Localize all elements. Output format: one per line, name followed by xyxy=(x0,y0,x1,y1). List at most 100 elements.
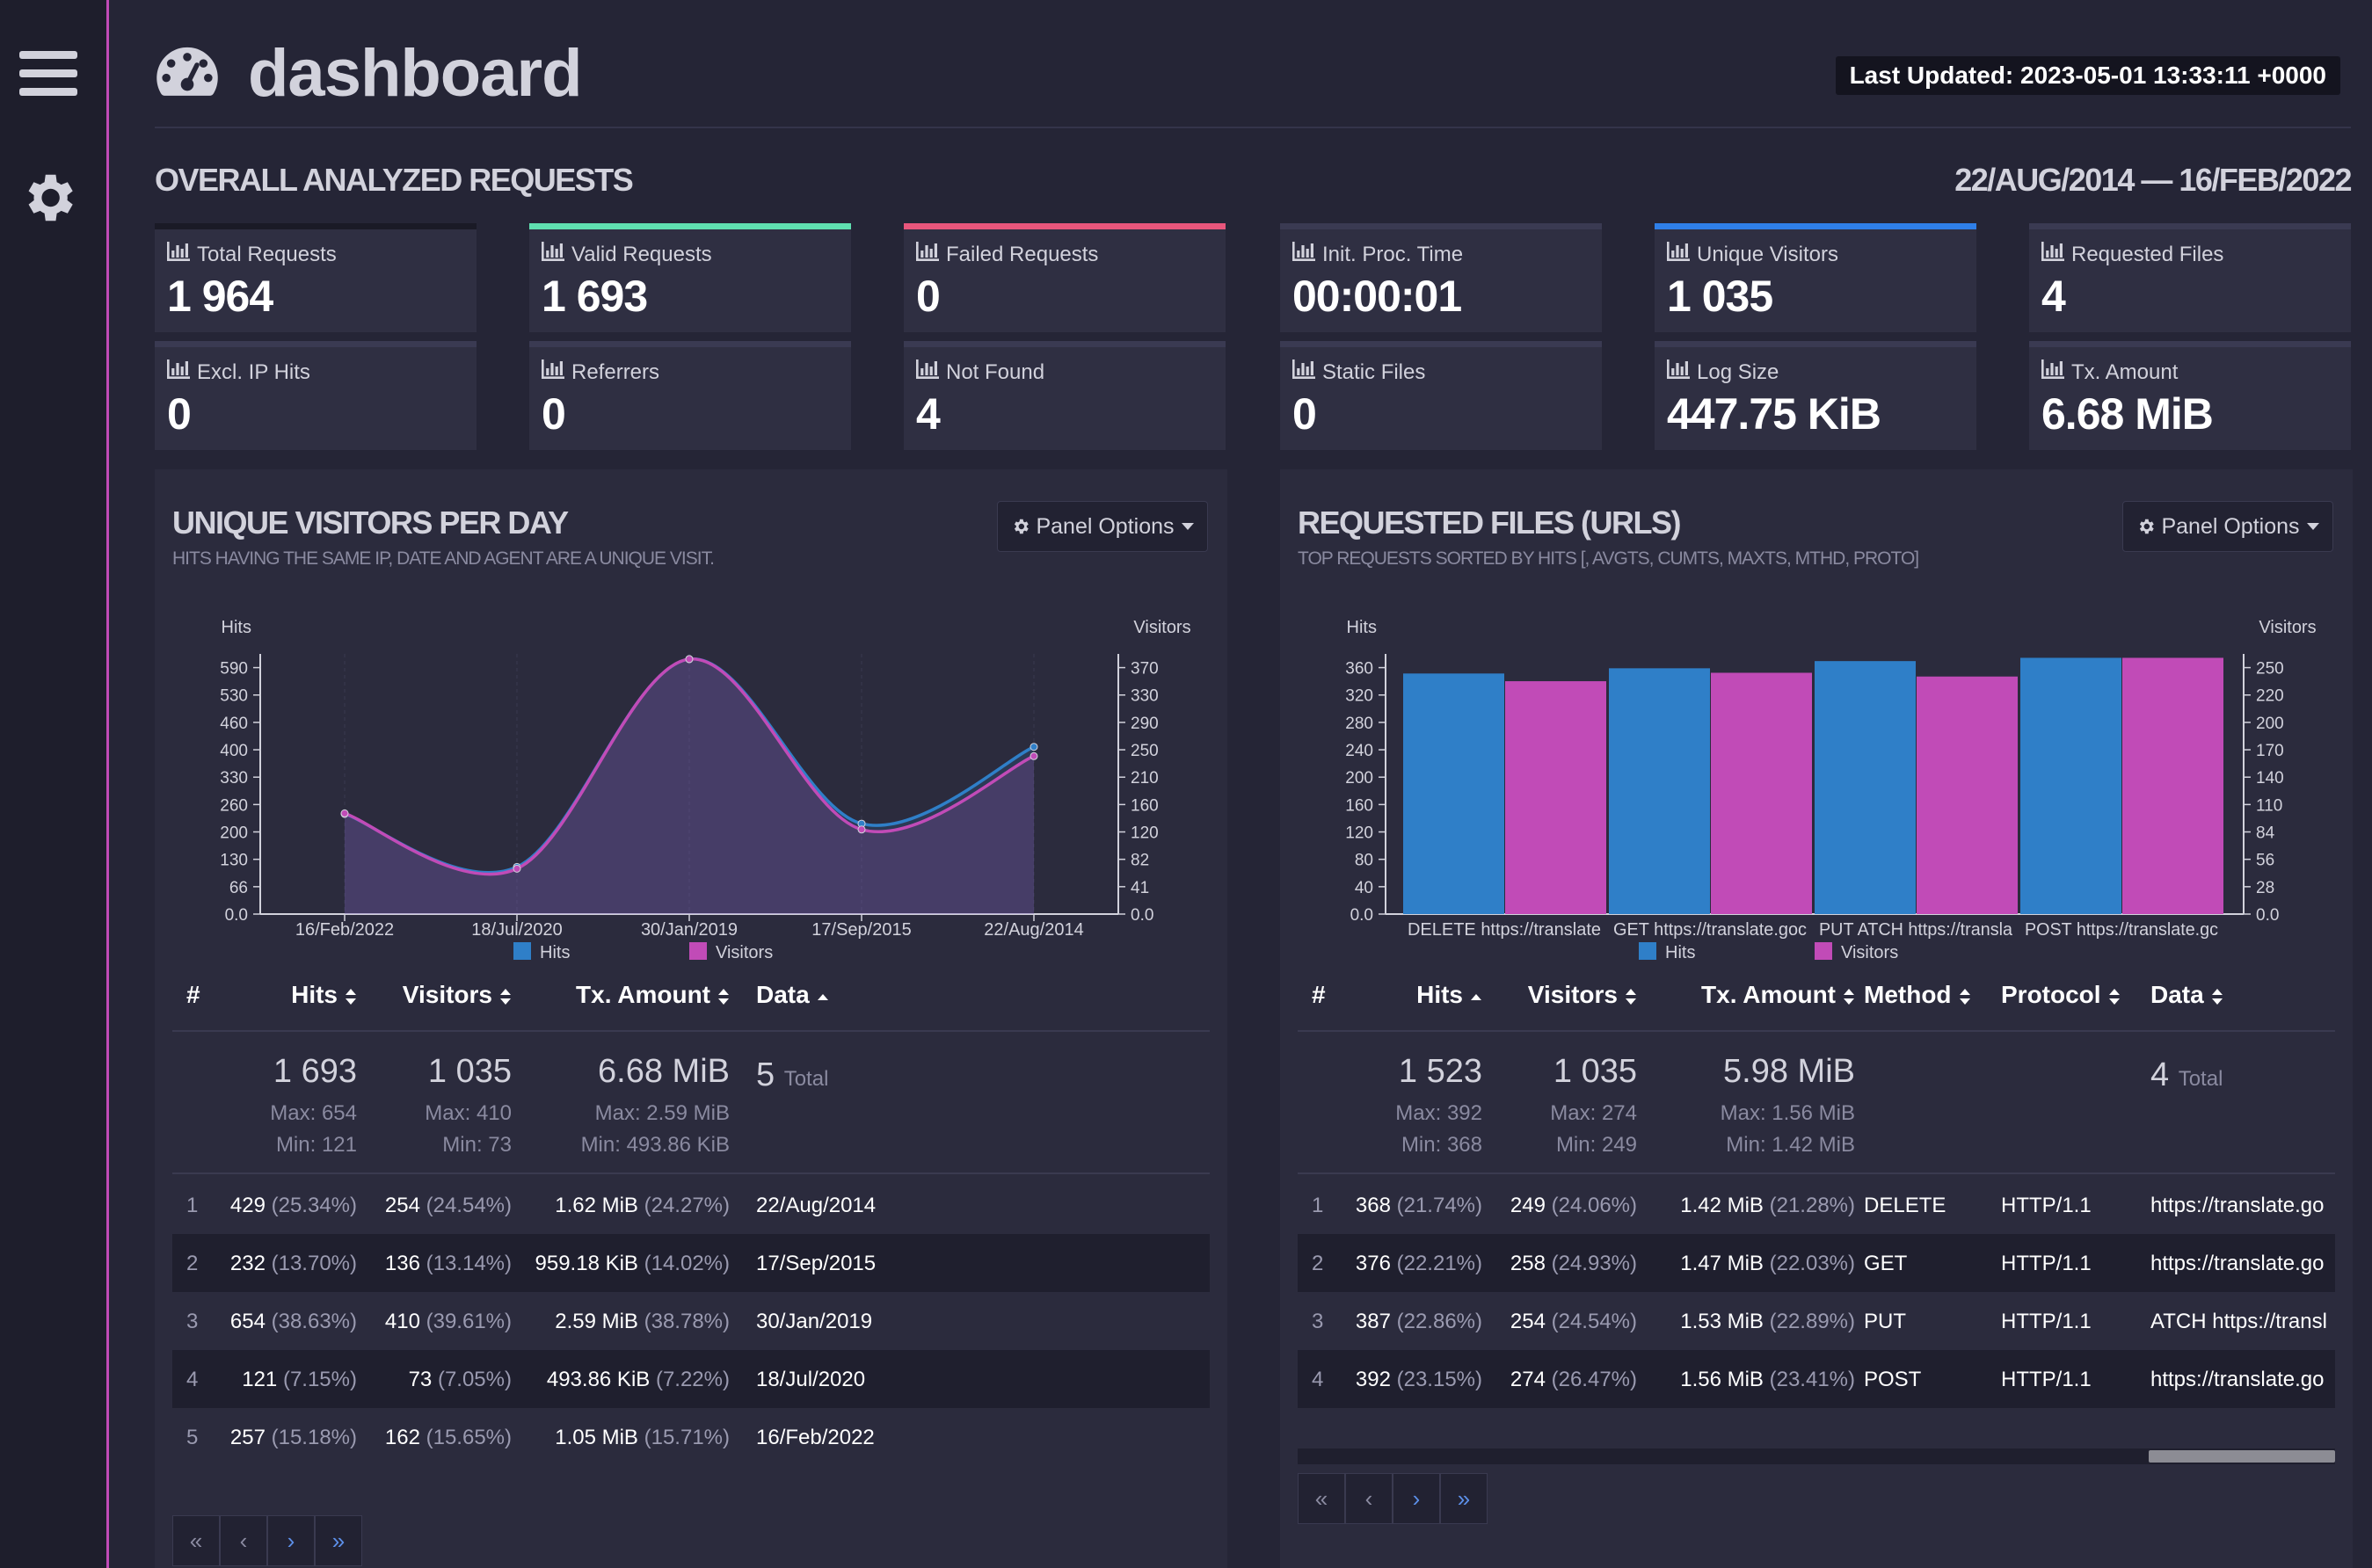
stat-label: Valid Requests xyxy=(542,242,839,267)
bar-hits[interactable] xyxy=(1815,661,1916,914)
y2-tick-label: 0.0 xyxy=(2256,906,2279,925)
horizontal-scrollbar[interactable] xyxy=(1298,1448,2335,1464)
y-tick-label: 400 xyxy=(220,742,248,760)
menu-icon[interactable] xyxy=(19,51,77,100)
bar-visitors[interactable] xyxy=(2122,657,2223,914)
cell-percent: (39.61%) xyxy=(426,1310,512,1333)
stat-value: 0 xyxy=(916,272,941,321)
data-point[interactable] xyxy=(1030,751,1038,760)
sidebar xyxy=(0,0,109,1568)
column-header-protocol[interactable]: Protocol xyxy=(2001,981,2121,1009)
cell-tx: 1.47 MiB (22.03%) xyxy=(1680,1252,1855,1276)
sort-icon xyxy=(718,988,729,1005)
panel-options-button[interactable]: Panel Options xyxy=(2122,501,2333,552)
panel-subtitle: TOP REQUESTS SORTED BY HITS [, AVGTS, CU… xyxy=(1298,548,1919,569)
pager-prev-button[interactable]: ‹ xyxy=(220,1515,267,1566)
y2-tick-label: 170 xyxy=(2256,742,2284,760)
pager-first-button[interactable]: « xyxy=(172,1515,220,1566)
cell-hits: 257 (15.18%) xyxy=(230,1426,357,1450)
summary-max: Max: 2.59 MiB xyxy=(594,1101,730,1125)
stat-label-text: Total Requests xyxy=(197,242,337,266)
table-row[interactable]: 5 257 (15.18%) 162 (15.65%) 1.05 MiB (15.71… xyxy=(172,1408,1210,1466)
pager-prev-button[interactable]: ‹ xyxy=(1345,1473,1393,1524)
gear-icon[interactable] xyxy=(18,167,79,229)
column-header-tx-amount[interactable]: Tx. Amount xyxy=(576,981,730,1009)
bar-chart-icon xyxy=(1667,242,1697,267)
stat-label: Not Found xyxy=(916,359,1213,385)
bar-visitors[interactable] xyxy=(1711,672,1812,914)
data-point[interactable] xyxy=(857,825,866,834)
column-header-data[interactable]: Data xyxy=(756,981,829,1009)
cell-tx: 1.42 MiB (21.28%) xyxy=(1680,1194,1855,1218)
cell-protocol: HTTP/1.1 xyxy=(2001,1194,2092,1217)
panel-options-button[interactable]: Panel Options xyxy=(997,501,1208,552)
column-header-data[interactable]: Data xyxy=(2150,981,2223,1009)
column-header-hits[interactable]: Hits xyxy=(291,981,357,1009)
column-header-tx-amount[interactable]: Tx. Amount xyxy=(1701,981,1855,1009)
data-point[interactable] xyxy=(685,655,694,664)
column-header-method[interactable]: Method xyxy=(1864,981,1971,1009)
y-tick-label: 66 xyxy=(229,879,248,897)
table-row[interactable]: 3 387 (22.86%) 254 (24.54%) 1.53 MiB (22.89… xyxy=(1298,1292,2335,1350)
page-title: dashboard xyxy=(248,36,582,111)
bar-visitors[interactable] xyxy=(1505,681,1606,914)
files-pagination: «‹ ›» xyxy=(1298,1473,1488,1524)
legend-label: Visitors xyxy=(716,943,773,962)
row-index: 3 xyxy=(1312,1310,1324,1333)
column-header-hits[interactable]: Hits xyxy=(1416,981,1482,1009)
cell-tx: 2.59 MiB (38.78%) xyxy=(555,1310,730,1334)
sort-icon xyxy=(2211,988,2223,1005)
cell-visitors: 258 (24.93%) xyxy=(1510,1252,1637,1276)
cell-visitors: 73 (7.05%) xyxy=(409,1368,512,1392)
data-point[interactable] xyxy=(340,809,349,817)
y2-tick-label: 56 xyxy=(2256,852,2274,870)
bar-visitors[interactable] xyxy=(1917,676,2018,914)
table-row[interactable]: 2 232 (13.70%) 136 (13.14%) 959.18 KiB (14.… xyxy=(172,1234,1210,1292)
scrollbar-thumb[interactable] xyxy=(2149,1450,2335,1463)
y-axis-label: Hits xyxy=(222,618,251,637)
summary-value: 1 035 xyxy=(427,1053,512,1090)
cell-value: 368 xyxy=(1355,1194,1391,1217)
pager-last-button[interactable]: » xyxy=(1440,1473,1488,1524)
column-header-visitors[interactable]: Visitors xyxy=(403,981,512,1009)
column-header-#[interactable]: # xyxy=(186,981,200,1009)
bar-hits[interactable] xyxy=(1609,668,1710,914)
cell-visitors: 254 (24.54%) xyxy=(1510,1310,1637,1334)
summary-range: Max: 274 Min: 249 xyxy=(1550,1098,1637,1161)
column-header-label: # xyxy=(1312,981,1326,1008)
table-row[interactable]: 4 392 (23.15%) 274 (26.47%) 1.56 MiB (23.41… xyxy=(1298,1350,2335,1408)
cell-value: 392 xyxy=(1355,1368,1391,1391)
table-row[interactable]: 2 376 (22.21%) 258 (24.93%) 1.47 MiB (22.03… xyxy=(1298,1234,2335,1292)
table-row[interactable]: 3 654 (38.63%) 410 (39.61%) 2.59 MiB (38.78… xyxy=(172,1292,1210,1350)
cell-value: 258 xyxy=(1510,1252,1546,1275)
table-row[interactable]: 1 429 (25.34%) 254 (24.54%) 1.62 MiB (24.27… xyxy=(172,1176,1210,1234)
table-row[interactable]: 4 121 (7.15%) 73 (7.05%) 493.86 KiB (7.22%)… xyxy=(172,1350,1210,1408)
summary-value: 1 523 xyxy=(1398,1053,1482,1090)
data-point[interactable] xyxy=(1030,743,1038,751)
bar-hits[interactable] xyxy=(1403,673,1504,914)
column-header-visitors[interactable]: Visitors xyxy=(1528,981,1637,1009)
data-point[interactable] xyxy=(513,864,521,873)
cell-percent: (15.18%) xyxy=(271,1426,357,1449)
y2-tick-label: 370 xyxy=(1131,660,1159,679)
cell-value: 121 xyxy=(242,1368,278,1391)
column-header-#[interactable]: # xyxy=(1312,981,1326,1009)
summary-visitors: 1 035 Max: 410 Min: 73 xyxy=(425,1053,512,1161)
stat-value: 447.75 KiB xyxy=(1667,389,1881,439)
panel-title: REQUESTED FILES (URLS) xyxy=(1298,505,1682,541)
bar-chart-icon xyxy=(2041,242,2071,267)
bar-chart-icon xyxy=(1667,359,1697,385)
cell-percent: (24.54%) xyxy=(1551,1310,1637,1333)
pager-last-button[interactable]: » xyxy=(315,1515,362,1566)
row-index: 2 xyxy=(186,1252,199,1275)
pager-next-button[interactable]: › xyxy=(1393,1473,1440,1524)
y-tick-label: 360 xyxy=(1345,660,1373,679)
y-tick-label: 260 xyxy=(220,796,248,815)
cell-value: 249 xyxy=(1510,1194,1546,1217)
bar-hits[interactable] xyxy=(2020,657,2121,914)
table-row[interactable]: 1 368 (21.74%) 249 (24.06%) 1.42 MiB (21.28… xyxy=(1298,1176,2335,1234)
pager-first-button[interactable]: « xyxy=(1298,1473,1345,1524)
pager-next-button[interactable]: › xyxy=(267,1515,315,1566)
y2-tick-label: 82 xyxy=(1131,852,1149,870)
cell-visitors: 274 (26.47%) xyxy=(1510,1368,1637,1392)
